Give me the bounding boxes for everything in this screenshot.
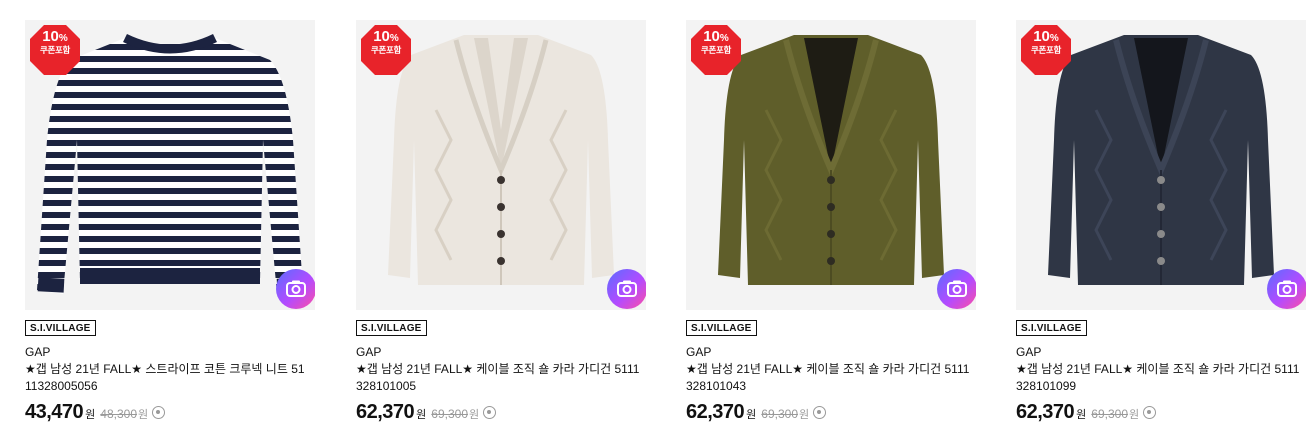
- sale-price: 62,370: [1016, 401, 1075, 423]
- product-card[interactable]: 10% 쿠폰포함 S.I.VILLAGE GAP ★갭 남성 21년 FALL★…: [686, 20, 976, 424]
- sale-price: 62,370: [686, 401, 745, 423]
- vendor-badge: S.I.VILLAGE: [686, 320, 757, 336]
- price-row: 62,370 원 69,300 원: [1016, 401, 1306, 424]
- product-title[interactable]: ★갭 남성 21년 FALL★ 스트라이프 코튼 크루넥 니트 51 11328…: [25, 361, 315, 395]
- price-info-icon[interactable]: [152, 406, 166, 419]
- camera-search-icon[interactable]: [1267, 269, 1306, 309]
- brand-name[interactable]: GAP: [25, 345, 315, 359]
- original-price: 69,300: [761, 407, 798, 421]
- brand-name[interactable]: GAP: [686, 345, 976, 359]
- price-row: 43,470 원 48,300 원: [25, 401, 315, 424]
- product-image[interactable]: 10% 쿠폰포함: [1016, 20, 1306, 310]
- vendor-badge: S.I.VILLAGE: [25, 320, 96, 336]
- vendor-badge: S.I.VILLAGE: [356, 320, 427, 336]
- camera-search-icon[interactable]: [937, 269, 976, 309]
- price-info-icon[interactable]: [813, 406, 827, 419]
- original-price: 48,300: [100, 407, 137, 421]
- price-info-icon[interactable]: [483, 406, 497, 419]
- vendor-badge: S.I.VILLAGE: [1016, 320, 1087, 336]
- product-image[interactable]: 10% 쿠폰포함: [686, 20, 976, 310]
- price-row: 62,370 원 69,300 원: [356, 401, 646, 424]
- product-card[interactable]: 10% 쿠폰포함 S.I.VILLAGE GAP ★갭 남성 21년 FALL★…: [356, 20, 646, 424]
- original-price: 69,300: [1091, 407, 1128, 421]
- product-title[interactable]: ★갭 남성 21년 FALL★ 케이블 조직 숄 카라 가디건 5111 328…: [686, 361, 976, 395]
- product-image[interactable]: 10% 쿠폰포함: [356, 20, 646, 310]
- price-row: 62,370 원 69,300 원: [686, 401, 976, 424]
- product-title[interactable]: ★갭 남성 21년 FALL★ 케이블 조직 숄 카라 가디건 5111 328…: [356, 361, 646, 395]
- product-image[interactable]: 10% 쿠폰포함: [25, 20, 315, 310]
- original-price: 69,300: [431, 407, 468, 421]
- sale-price: 43,470: [25, 401, 84, 423]
- camera-search-icon[interactable]: [607, 269, 646, 309]
- product-card[interactable]: 10% 쿠폰포함 S.I.VILLAGE GAP ★갭 남성 21년 FALL★…: [1016, 20, 1306, 424]
- brand-name[interactable]: GAP: [356, 345, 646, 359]
- product-card[interactable]: 10% 쿠폰포함 S.I.VILLAGE GAP ★갭 남성 21년 FALL★…: [25, 20, 315, 424]
- brand-name[interactable]: GAP: [1016, 345, 1306, 359]
- camera-search-icon[interactable]: [276, 269, 315, 309]
- product-title[interactable]: ★갭 남성 21년 FALL★ 케이블 조직 숄 카라 가디건 5111 328…: [1016, 361, 1306, 395]
- sale-price: 62,370: [356, 401, 415, 423]
- price-info-icon[interactable]: [1143, 406, 1157, 419]
